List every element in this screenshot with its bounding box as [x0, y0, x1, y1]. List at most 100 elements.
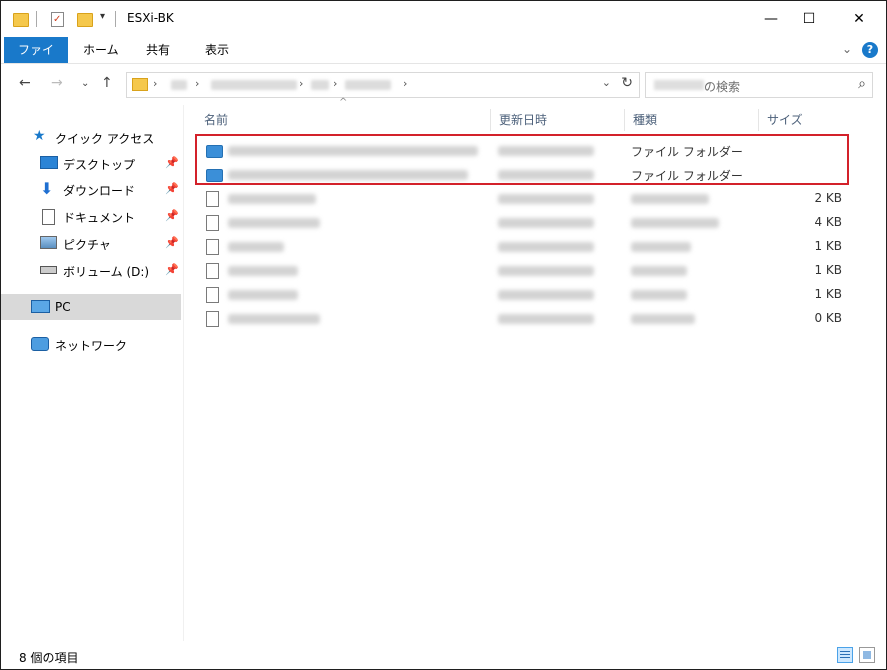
- details-view-icon[interactable]: [837, 647, 853, 663]
- tab-view[interactable]: 表示: [193, 37, 241, 63]
- nav-downloads[interactable]: ⬇ ダウンロード 📌: [1, 176, 181, 202]
- file-size: 1 KB: [814, 287, 842, 301]
- nav-documents[interactable]: ドキュメント 📌: [1, 203, 181, 229]
- file-icon: [206, 239, 219, 255]
- window-title: ESXi-BK: [127, 11, 174, 25]
- column-header-type[interactable]: 種類: [625, 109, 759, 131]
- file-size: 1 KB: [814, 263, 842, 277]
- nav-label: デスクトップ: [63, 158, 136, 172]
- title-bar: ✓ ▾ ESXi-BK — ☐ ✕: [1, 1, 886, 37]
- file-modified: [498, 266, 594, 276]
- tab-share[interactable]: 共有: [134, 37, 182, 63]
- breadcrumb-item[interactable]: [311, 80, 329, 90]
- file-name: [228, 290, 298, 300]
- picture-icon: [40, 236, 57, 249]
- file-size: 0 KB: [814, 311, 842, 325]
- search-scope: [654, 80, 704, 90]
- help-icon[interactable]: ?: [862, 42, 878, 58]
- tab-home[interactable]: ホーム: [71, 37, 131, 63]
- highlight-box: [195, 134, 849, 185]
- network-icon: [31, 337, 49, 351]
- nav-quick-access[interactable]: ★ クイック アクセス: [1, 124, 181, 150]
- breadcrumb-item[interactable]: [211, 80, 297, 90]
- navigation-bar: ← → ⌄ ↑ › › › › › ⌄ ↻ の検索 ⌕: [1, 64, 886, 104]
- nav-label: ダウンロード: [63, 184, 136, 198]
- column-header-modified[interactable]: 更新日時: [491, 109, 625, 131]
- star-icon: ★: [33, 128, 46, 144]
- properties-icon[interactable]: ✓: [49, 11, 65, 27]
- table-row[interactable]: 1 KB: [200, 259, 850, 283]
- nav-label: クイック アクセス: [55, 132, 155, 146]
- file-modified: [498, 314, 594, 324]
- pin-icon[interactable]: 📌: [165, 209, 179, 222]
- maximize-button[interactable]: ☐: [786, 1, 832, 37]
- column-header-name[interactable]: 名前: [196, 109, 491, 131]
- new-folder-icon[interactable]: [77, 11, 93, 27]
- expand-ribbon-icon[interactable]: ⌄: [842, 42, 852, 56]
- tab-file[interactable]: ファイル: [4, 37, 68, 83]
- close-button[interactable]: ✕: [836, 1, 882, 37]
- breadcrumb-item[interactable]: [345, 80, 391, 90]
- file-type: [631, 290, 687, 300]
- file-icon: [206, 311, 219, 327]
- file-icon: [206, 191, 219, 207]
- file-modified: [498, 290, 594, 300]
- table-row[interactable]: 1 KB: [200, 235, 850, 259]
- file-name: [228, 194, 316, 204]
- customize-quick-access-icon[interactable]: ▾: [100, 11, 105, 22]
- search-input[interactable]: の検索 ⌕: [645, 72, 873, 98]
- table-row[interactable]: 4 KB: [200, 211, 850, 235]
- drive-icon: [40, 266, 57, 274]
- pin-icon[interactable]: 📌: [165, 263, 179, 276]
- file-size: 2 KB: [814, 191, 842, 205]
- table-row[interactable]: 2 KB: [200, 187, 850, 211]
- table-row[interactable]: 0 KB: [200, 307, 850, 331]
- forward-icon[interactable]: →: [51, 75, 63, 91]
- file-type: [631, 218, 719, 228]
- large-icons-view-icon[interactable]: [859, 647, 875, 663]
- back-icon[interactable]: ←: [19, 75, 31, 91]
- nav-network[interactable]: ネットワーク: [1, 331, 181, 357]
- search-icon[interactable]: ⌕: [858, 76, 866, 92]
- breadcrumb-separator[interactable]: ›: [195, 77, 199, 90]
- breadcrumb-item[interactable]: [171, 80, 187, 90]
- refresh-icon[interactable]: ↻: [621, 75, 633, 91]
- nav-pc[interactable]: PC: [1, 294, 181, 320]
- ribbon-tabs: ファイル ホーム 共有 表示 ⌄ ?: [1, 37, 886, 83]
- column-header-size[interactable]: サイズ: [759, 109, 849, 131]
- status-bar: 8 個の項目: [1, 641, 886, 669]
- file-type: [631, 242, 691, 252]
- nav-desktop[interactable]: デスクトップ 📌: [1, 150, 181, 176]
- nav-label: ネットワーク: [55, 339, 128, 353]
- address-dropdown-icon[interactable]: ⌄: [602, 76, 611, 89]
- recent-locations-icon[interactable]: ⌄: [81, 78, 89, 89]
- file-list: ^ 名前 更新日時 種類 サイズ ファイル フォルダー ファイル フォルダー 2…: [184, 97, 886, 641]
- nav-pictures[interactable]: ピクチャ 📌: [1, 230, 181, 256]
- pin-icon[interactable]: 📌: [165, 156, 179, 169]
- document-icon: [42, 209, 55, 225]
- folder-icon: [13, 11, 29, 27]
- address-bar[interactable]: › › › › › ⌄ ↻: [126, 72, 640, 98]
- breadcrumb-separator[interactable]: ›: [333, 77, 337, 90]
- file-size: 1 KB: [814, 239, 842, 253]
- up-icon[interactable]: ↑: [101, 75, 113, 91]
- pin-icon[interactable]: 📌: [165, 182, 179, 195]
- file-name: [228, 314, 320, 324]
- pin-icon[interactable]: 📌: [165, 236, 179, 249]
- nav-label: ドキュメント: [63, 211, 136, 225]
- search-placeholder: の検索: [704, 80, 741, 94]
- nav-volume-d[interactable]: ボリューム (D:) 📌: [1, 257, 181, 283]
- breadcrumb-separator[interactable]: ›: [403, 77, 407, 90]
- file-name: [228, 266, 298, 276]
- navigation-pane: ★ クイック アクセス デスクトップ 📌 ⬇ ダウンロード 📌 ドキュメント 📌…: [1, 105, 184, 641]
- breadcrumb-separator[interactable]: ›: [299, 77, 303, 90]
- table-row[interactable]: 1 KB: [200, 283, 850, 307]
- file-type: [631, 266, 687, 276]
- divider: [36, 11, 37, 27]
- nav-label: ピクチャ: [63, 238, 111, 252]
- file-modified: [498, 218, 594, 228]
- file-type: [631, 194, 709, 204]
- download-icon: ⬇: [40, 179, 54, 198]
- computer-icon: [31, 300, 50, 313]
- breadcrumb-separator[interactable]: ›: [153, 77, 157, 90]
